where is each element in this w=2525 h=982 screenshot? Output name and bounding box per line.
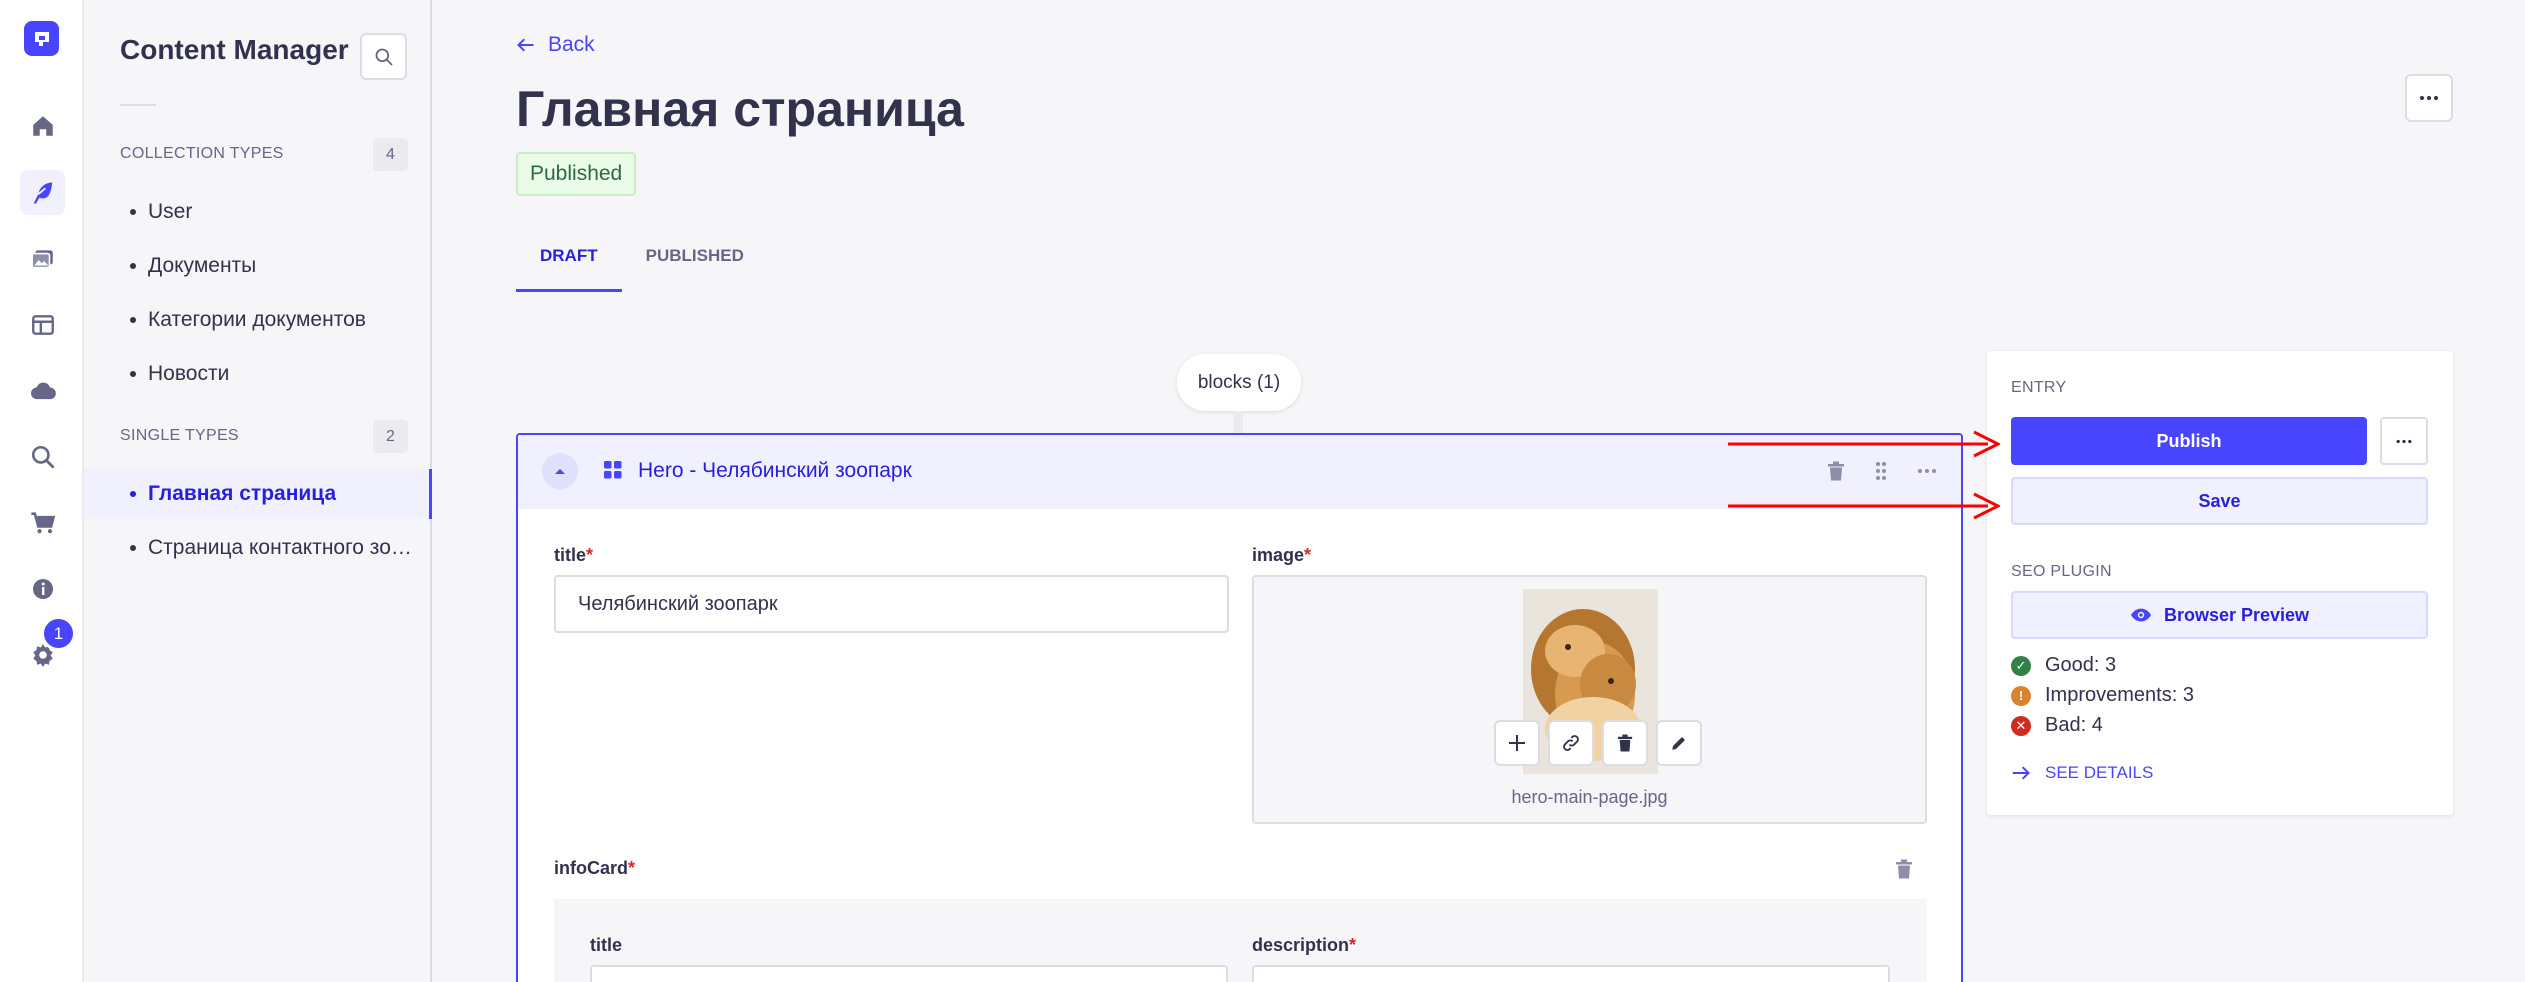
component-grid-icon [604,461,622,479]
more-actions-button[interactable] [2405,74,2453,122]
logo-icon[interactable] [24,21,59,56]
delete-media-icon[interactable] [1602,720,1648,766]
sidebar-title: Content Manager [120,34,349,65]
caret-up-icon [555,469,565,474]
sidebar-item-contact-zoo-page[interactable]: Страница контактного зоопарка [84,523,432,573]
annotation-arrow-save [1728,492,2000,520]
single-types-heading: SINGLE TYPES [120,427,239,444]
infocard-description-input[interactable] [1252,965,1890,982]
delete-infocard-icon[interactable] [1891,856,1917,882]
see-details-link[interactable]: SEE DETAILS [2011,763,2153,783]
edit-media-icon[interactable] [1656,720,1702,766]
status-badge: Published [516,152,637,196]
sidebar-item-user[interactable]: User [84,187,432,237]
publish-button[interactable]: Publish [2011,417,2367,465]
entry-heading: ENTRY [2011,379,2067,396]
title-field-label: title* [554,545,594,565]
image-field-label: image* [1252,545,1312,565]
dynamic-zone-connector [1234,411,1243,433]
sidebar-search-button[interactable] [360,33,407,80]
info-icon[interactable] [20,566,65,611]
search-icon[interactable] [20,434,65,479]
content-type-builder-icon[interactable] [20,302,65,347]
add-media-icon[interactable] [1494,720,1540,766]
seo-improvements-count: ! Improvements: 3 [2011,684,2194,707]
browser-preview-button[interactable]: Browser Preview [2011,591,2428,639]
more-horizontal-icon [2420,96,2438,100]
error-circle-icon: ✕ [2011,715,2031,736]
infocard-field-label: infoCard* [554,858,636,878]
media-library-icon[interactable] [20,236,65,281]
link-icon[interactable] [1548,720,1594,766]
infocard-description-label: description* [1252,935,1357,955]
sidebar-item-news[interactable]: Новости [84,349,432,399]
tab-draft[interactable]: DRAFT [516,232,622,292]
collapse-toggle-button[interactable] [542,453,578,489]
single-types-count: 2 [373,420,408,453]
save-button[interactable]: Save [2011,477,2428,525]
arrow-right-icon [2012,766,2030,780]
content-manager-icon[interactable] [20,170,65,215]
infocard-group: title description* [554,899,1927,982]
component-title: Hero - Челябинский зоопарк [638,459,912,482]
arrow-left-icon [517,38,534,52]
seo-plugin-heading: SEO PLUGIN [2011,563,2112,580]
collection-types-count: 4 [373,138,408,171]
page-title: Главная страница [516,81,964,137]
entry-side-panel: ENTRY Publish Save SEO PLUGIN Browser Pr… [1987,351,2453,815]
search-icon [375,48,392,65]
more-horizontal-icon [2396,439,2412,443]
image-media-field[interactable]: hero-main-page.jpg [1252,575,1927,824]
warning-circle-icon: ! [2011,685,2031,706]
media-toolbar [1494,720,1702,766]
annotation-arrow-publish [1728,430,2000,458]
settings-notification-badge: 1 [41,616,76,651]
collection-types-heading: COLLECTION TYPES [120,145,284,162]
sidebar-divider [120,104,156,106]
image-filename: hero-main-page.jpg [1511,787,1668,807]
sidebar-item-main-page[interactable]: Главная страница [84,469,432,519]
sidebar-item-documents[interactable]: Документы [84,241,432,291]
tab-published[interactable]: PUBLISHED [622,232,768,292]
content-manager-sidebar: Content Manager COLLECTION TYPES 4 User … [84,0,432,982]
check-circle-icon: ✓ [2011,655,2031,676]
back-link[interactable]: Back [516,33,595,57]
seo-good-count: ✓ Good: 3 [2011,654,2116,677]
infocard-title-input[interactable] [590,965,1228,982]
home-icon[interactable] [20,103,65,148]
cloud-icon[interactable] [20,368,65,413]
publish-more-button[interactable] [2380,417,2428,465]
eye-icon [2130,608,2152,622]
dynamic-zone-label[interactable]: blocks (1) [1177,354,1301,411]
version-tabs: DRAFT PUBLISHED [516,232,768,292]
main-nav-rail: 1 [0,0,84,982]
cart-icon[interactable] [20,500,65,545]
title-input[interactable]: Челябинский зоопарк [554,575,1229,633]
infocard-title-label: title [590,935,623,955]
sidebar-item-document-categories[interactable]: Категории документов [84,295,432,345]
seo-bad-count: ✕ Bad: 4 [2011,714,2103,737]
